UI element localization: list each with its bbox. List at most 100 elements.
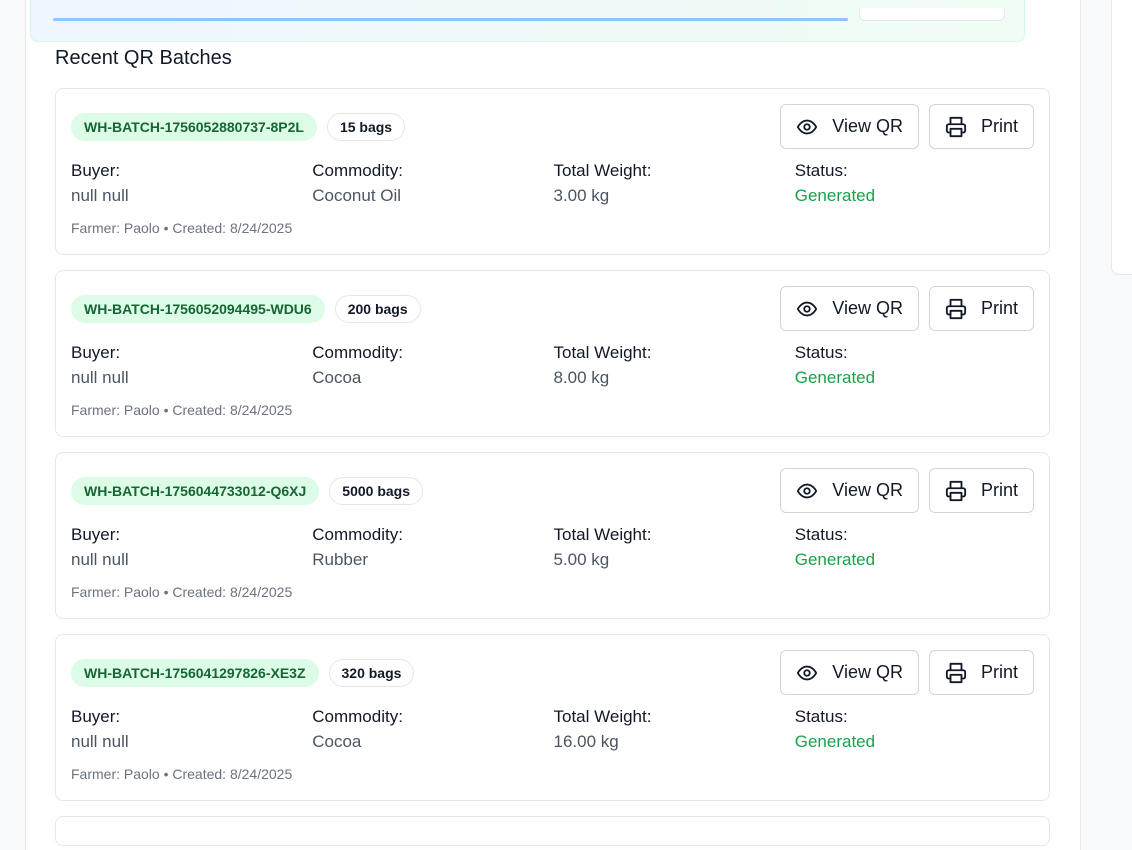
batch-card: WH-BATCH-1756044733012-Q6XJ 5000 bags Vi…	[55, 452, 1050, 619]
status-field: Status: Generated	[795, 343, 1036, 388]
commodity-field: Commodity: Cocoa	[312, 707, 553, 752]
batch-fields: Buyer: null null Commodity: Cocoa Total …	[71, 343, 1036, 388]
buyer-value: null null	[71, 368, 129, 387]
buyer-value: null null	[71, 550, 129, 569]
print-button[interactable]: Print	[928, 104, 1034, 149]
eye-icon	[797, 483, 818, 498]
batch-card: WH-BATCH-1756041297826-XE3Z 320 bags Vie…	[55, 634, 1050, 801]
commodity-label: Commodity:	[312, 343, 403, 362]
buyer-label: Buyer:	[71, 343, 121, 362]
commodity-field: Commodity: Coconut Oil	[312, 161, 553, 206]
batch-card	[55, 816, 1050, 846]
commodity-field: Commodity: Cocoa	[312, 343, 553, 388]
total-weight-field: Total Weight: 8.00 kg	[554, 343, 795, 388]
status-value: Generated	[794, 186, 876, 205]
batch-fields: Buyer: null null Commodity: Cocoa Total …	[71, 707, 1036, 752]
commodity-label: Commodity:	[312, 161, 403, 180]
view-qr-button[interactable]: View QR	[780, 650, 919, 695]
total-weight-value: 8.00 kg	[553, 368, 610, 387]
view-qr-label: View QR	[832, 480, 903, 500]
batch-actions: View QR Print	[780, 468, 1034, 513]
batch-meta: Farmer: Paolo • Created: 8/24/2025	[71, 402, 293, 418]
batch-actions: View QR Print	[780, 286, 1034, 331]
side-panel	[1111, 0, 1132, 275]
batch-card: WH-BATCH-1756052880737-8P2L 15 bags View…	[55, 88, 1050, 255]
total-weight-value: 3.00 kg	[553, 186, 610, 205]
print-button[interactable]: Print	[928, 468, 1034, 513]
buyer-value: null null	[71, 186, 129, 205]
batch-header: WH-BATCH-1756052094495-WDU6 200 bags	[71, 295, 421, 323]
batch-header: WH-BATCH-1756044733012-Q6XJ 5000 bags	[71, 477, 424, 505]
total-weight-value: 16.00 kg	[553, 732, 619, 751]
commodity-field: Commodity: Rubber	[312, 525, 553, 570]
printer-icon	[945, 116, 967, 137]
status-label: Status:	[794, 161, 848, 180]
view-qr-label: View QR	[832, 662, 903, 682]
print-label: Print	[980, 662, 1018, 682]
bag-count-badge: 5000 bags	[329, 477, 424, 505]
total-weight-value: 5.00 kg	[553, 550, 610, 569]
total-weight-label: Total Weight:	[553, 707, 652, 726]
form-progress-bar	[53, 18, 848, 21]
commodity-label: Commodity:	[312, 707, 403, 726]
buyer-field: Buyer: null null	[71, 161, 312, 206]
view-qr-button[interactable]: View QR	[780, 104, 919, 149]
view-qr-button[interactable]: View QR	[780, 468, 919, 513]
total-weight-field: Total Weight: 5.00 kg	[554, 525, 795, 570]
eye-icon	[797, 665, 818, 680]
batch-fields: Buyer: null null Commodity: Rubber Total…	[71, 525, 1036, 570]
status-field: Status: Generated	[795, 161, 1036, 206]
printer-icon	[945, 662, 967, 683]
total-weight-field: Total Weight: 3.00 kg	[554, 161, 795, 206]
batch-card: WH-BATCH-1756052094495-WDU6 200 bags Vie…	[55, 270, 1050, 437]
status-field: Status: Generated	[795, 707, 1036, 752]
buyer-label: Buyer:	[71, 161, 121, 180]
batch-meta: Farmer: Paolo • Created: 8/24/2025	[71, 584, 293, 600]
batch-id-badge: WH-BATCH-1756052094495-WDU6	[71, 295, 325, 323]
print-button[interactable]: Print	[928, 286, 1034, 331]
form-action-button[interactable]	[859, 8, 1005, 21]
buyer-field: Buyer: null null	[71, 343, 312, 388]
bag-count-badge: 320 bags	[328, 659, 415, 687]
status-label: Status:	[794, 525, 848, 544]
view-qr-label: View QR	[832, 116, 903, 136]
status-label: Status:	[794, 343, 848, 362]
buyer-value: null null	[71, 732, 129, 751]
bag-count-badge: 200 bags	[334, 295, 421, 323]
batch-meta: Farmer: Paolo • Created: 8/24/2025	[71, 220, 293, 236]
print-label: Print	[980, 298, 1018, 318]
buyer-label: Buyer:	[71, 525, 121, 544]
print-button[interactable]: Print	[928, 650, 1034, 695]
batch-id-badge: WH-BATCH-1756052880737-8P2L	[71, 113, 317, 141]
qr-generation-form	[30, 0, 1025, 42]
batch-fields: Buyer: null null Commodity: Coconut Oil …	[71, 161, 1036, 206]
total-weight-field: Total Weight: 16.00 kg	[554, 707, 795, 752]
batch-id-badge: WH-BATCH-1756044733012-Q6XJ	[71, 477, 320, 505]
commodity-value: Cocoa	[312, 732, 362, 751]
print-label: Print	[980, 116, 1018, 136]
buyer-field: Buyer: null null	[71, 525, 312, 570]
view-qr-label: View QR	[832, 298, 903, 318]
printer-icon	[945, 480, 967, 501]
batch-actions: View QR Print	[780, 104, 1034, 149]
buyer-label: Buyer:	[71, 707, 121, 726]
status-field: Status: Generated	[795, 525, 1036, 570]
batch-actions: View QR Print	[780, 650, 1034, 695]
commodity-value: Coconut Oil	[312, 186, 402, 205]
status-value: Generated	[794, 732, 876, 751]
total-weight-label: Total Weight:	[553, 161, 652, 180]
batch-header: WH-BATCH-1756052880737-8P2L 15 bags	[71, 113, 406, 141]
printer-icon	[945, 298, 967, 319]
eye-icon	[797, 119, 818, 134]
batch-id-badge: WH-BATCH-1756041297826-XE3Z	[71, 659, 319, 687]
batch-meta: Farmer: Paolo • Created: 8/24/2025	[71, 766, 293, 782]
status-value: Generated	[794, 550, 876, 569]
view-qr-button[interactable]: View QR	[780, 286, 919, 331]
print-label: Print	[980, 480, 1018, 500]
commodity-value: Cocoa	[312, 368, 362, 387]
status-value: Generated	[794, 368, 876, 387]
bag-count-badge: 15 bags	[326, 113, 406, 141]
buyer-field: Buyer: null null	[71, 707, 312, 752]
batch-header: WH-BATCH-1756041297826-XE3Z 320 bags	[71, 659, 415, 687]
commodity-value: Rubber	[312, 550, 369, 569]
